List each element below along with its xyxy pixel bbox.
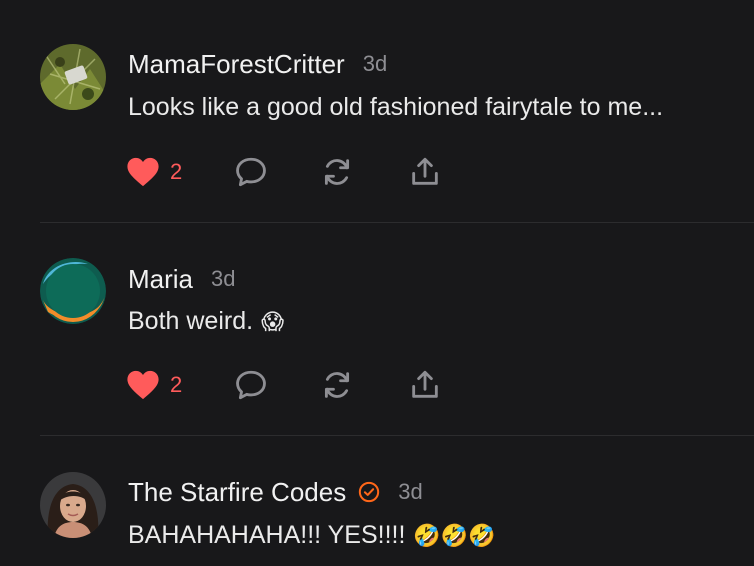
share-upload-icon xyxy=(412,370,438,398)
verified-badge xyxy=(358,481,380,503)
refresh-arrows-icon xyxy=(324,372,350,398)
comment-body: Looks like a good old fashioned fairytal… xyxy=(128,93,664,121)
divider xyxy=(40,435,754,436)
username[interactable]: MamaForestCritter xyxy=(128,49,345,80)
username[interactable]: Maria xyxy=(128,264,193,295)
comment-body: Both weird. xyxy=(128,307,254,335)
comment-header: The Starfire Codes 3d xyxy=(128,477,423,507)
avatar[interactable] xyxy=(40,258,106,324)
comment-bubble-icon xyxy=(236,157,266,187)
green-circle-avatar-icon xyxy=(40,258,106,324)
comment-actions: 2 xyxy=(126,154,456,190)
comment-header: Maria 3d xyxy=(128,264,236,294)
comment-text: Looks like a good old fashioned fairytal… xyxy=(128,93,663,122)
divider xyxy=(40,222,754,223)
avatar[interactable] xyxy=(40,44,106,110)
restack-button[interactable] xyxy=(320,154,354,190)
like-button[interactable]: 2 xyxy=(126,367,182,403)
portrait-photo-avatar-icon xyxy=(40,472,106,538)
comment-text: BAHAHAHAHA!!! YES!!!! 🤣🤣🤣 xyxy=(128,521,496,550)
emoji: 😱 xyxy=(261,308,284,334)
comment-text: Both weird. 😱 xyxy=(128,307,284,336)
avatar[interactable] xyxy=(40,472,106,538)
heart-icon xyxy=(127,157,159,187)
like-count: 2 xyxy=(170,372,183,397)
comment-body: BAHAHAHAHA!!! YES!!!! xyxy=(128,521,406,549)
comment-actions: 2 xyxy=(126,367,456,403)
share-upload-icon xyxy=(412,157,438,185)
reply-button[interactable] xyxy=(234,367,268,403)
timestamp[interactable]: 3d xyxy=(211,266,235,292)
emoji: 🤣🤣🤣 xyxy=(413,522,496,548)
nature-photo-avatar-icon xyxy=(40,44,106,110)
refresh-arrows-icon xyxy=(324,159,350,185)
timestamp[interactable]: 3d xyxy=(398,479,422,505)
restack-button[interactable] xyxy=(320,367,354,403)
timestamp[interactable]: 3d xyxy=(363,51,387,77)
reply-button[interactable] xyxy=(234,154,268,190)
like-count: 2 xyxy=(170,159,183,184)
share-button[interactable] xyxy=(408,154,442,190)
share-button[interactable] xyxy=(408,367,442,403)
heart-icon xyxy=(127,370,159,400)
comment-header: MamaForestCritter 3d xyxy=(128,49,387,79)
verified-check-icon xyxy=(359,481,380,503)
comment-bubble-icon xyxy=(236,370,266,400)
username[interactable]: The Starfire Codes xyxy=(128,477,346,508)
like-button[interactable]: 2 xyxy=(126,154,182,190)
